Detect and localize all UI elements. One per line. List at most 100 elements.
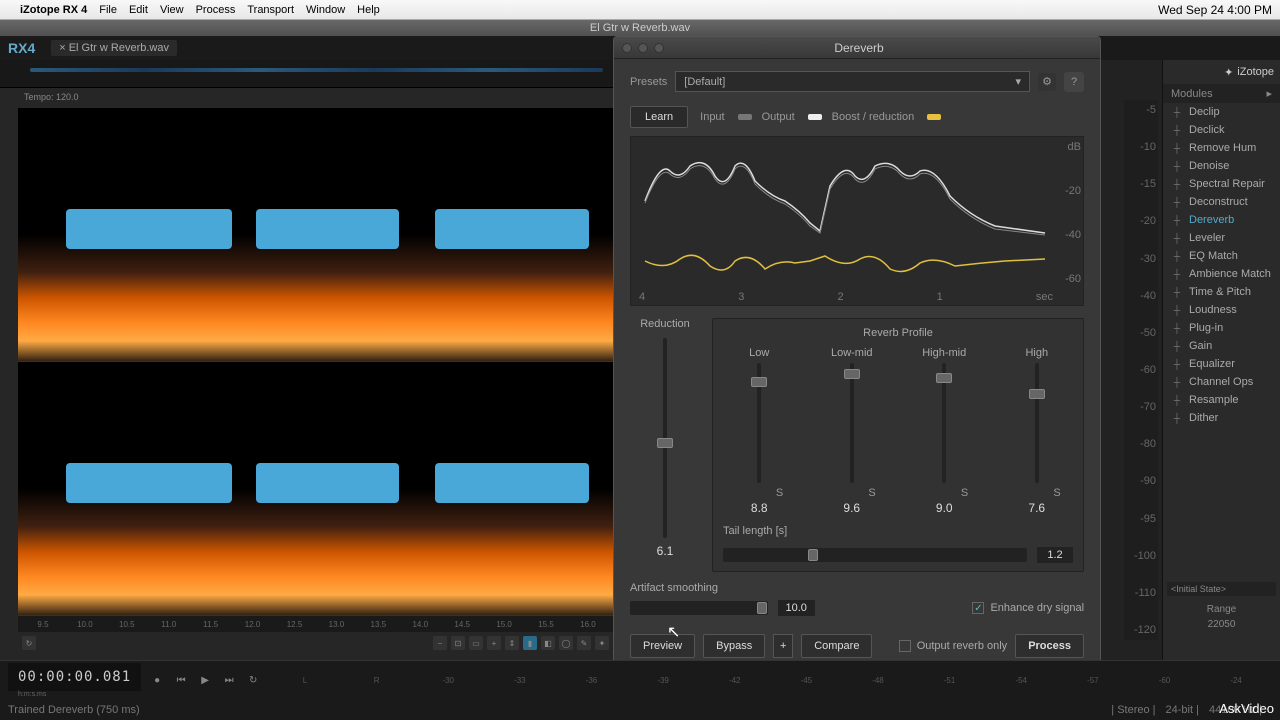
menu-process[interactable]: Process	[196, 4, 236, 16]
reduction-label: Reduction	[630, 318, 700, 330]
history-initial-state[interactable]: <Initial State>	[1167, 582, 1276, 596]
timecode[interactable]: 00:00:00.081	[8, 663, 141, 691]
module-resample[interactable]: ┼Resample	[1163, 391, 1280, 409]
tool-icon[interactable]: ◧	[541, 636, 555, 650]
menu-window[interactable]: Window	[306, 4, 345, 16]
module-gain[interactable]: ┼Gain	[1163, 337, 1280, 355]
macos-menubar: iZotope RX 4 File Edit View Process Tran…	[0, 0, 1280, 20]
range-value: 22050	[1163, 619, 1280, 630]
module-denoise[interactable]: ┼Denoise	[1163, 157, 1280, 175]
view-toolbar: ↻ − ⊡ ▭ + ⇕ ▮ ◧ ◯ ✎ ✦	[18, 634, 613, 652]
overview-strip[interactable]	[0, 60, 613, 88]
artifact-value[interactable]: 10.0	[778, 600, 815, 616]
module-icon: ┼	[1171, 106, 1183, 118]
zoom-icon[interactable]	[654, 43, 664, 53]
bypass-plus-button[interactable]: +	[773, 634, 793, 658]
menu-file[interactable]: File	[99, 4, 117, 16]
status-message: Trained Dereverb (750 ms)	[8, 704, 140, 716]
band-highmid-value[interactable]: 9.0	[914, 501, 974, 515]
band-lowmid-solo[interactable]: S	[822, 487, 882, 499]
reduction-value[interactable]: 6.1	[630, 544, 700, 558]
zoom-in-icon[interactable]: +	[487, 636, 501, 650]
module-dereverb[interactable]: ┼Dereverb	[1163, 211, 1280, 229]
enhance-dry-checkbox[interactable]: ✓Enhance dry signal	[972, 602, 1084, 614]
band-low-solo[interactable]: S	[729, 487, 789, 499]
zoom-out-icon[interactable]: −	[433, 636, 447, 650]
panel-title: Dereverb	[672, 41, 1046, 55]
band-highmid-solo[interactable]: S	[914, 487, 974, 499]
band-high-slider[interactable]	[1027, 363, 1047, 483]
band-highmid-slider[interactable]	[934, 363, 954, 483]
record-icon[interactable]: ●	[149, 673, 165, 689]
chevron-right-icon[interactable]: ▸	[1266, 87, 1272, 100]
module-icon: ┼	[1171, 232, 1183, 244]
spectrogram-channel-right[interactable]	[18, 362, 613, 616]
reduction-slider[interactable]	[655, 338, 675, 538]
loop-toggle-icon[interactable]: ↻	[245, 673, 261, 689]
menu-view[interactable]: View	[160, 4, 184, 16]
zoom-sel-icon[interactable]: ▭	[469, 636, 483, 650]
artifact-slider[interactable]	[630, 601, 768, 615]
timeline-ruler[interactable]: 9.510.010.511.011.512.012.513.013.514.01…	[18, 616, 613, 632]
forward-icon[interactable]: ⏭	[221, 673, 237, 689]
process-button[interactable]: Process	[1015, 634, 1084, 658]
band-low-slider[interactable]	[749, 363, 769, 483]
gear-icon[interactable]: ⚙	[1038, 73, 1056, 91]
file-tab[interactable]: × El Gtr w Reverb.wav	[51, 40, 177, 56]
module-ambience-match[interactable]: ┼Ambience Match	[1163, 265, 1280, 283]
module-spectral-repair[interactable]: ┼Spectral Repair	[1163, 175, 1280, 193]
app-name[interactable]: iZotope RX 4	[20, 4, 87, 16]
module-icon: ┼	[1171, 124, 1183, 136]
reverb-profile-label: Reverb Profile	[723, 327, 1073, 339]
graph-legend: Input Output Boost / reduction	[700, 111, 941, 123]
bypass-button[interactable]: Bypass	[703, 634, 765, 658]
output-reverb-only-checkbox[interactable]: Output reverb only	[899, 640, 1008, 652]
help-icon[interactable]: ?	[1064, 72, 1084, 92]
compare-button[interactable]: Compare	[801, 634, 872, 658]
zoom-fit-icon[interactable]: ⊡	[451, 636, 465, 650]
module-eq-match[interactable]: ┼EQ Match	[1163, 247, 1280, 265]
band-low-value[interactable]: 8.8	[729, 501, 789, 515]
tail-slider[interactable]	[723, 548, 1027, 562]
tail-value[interactable]: 1.2	[1037, 547, 1073, 563]
module-declick[interactable]: ┼Declick	[1163, 121, 1280, 139]
panel-titlebar[interactable]: Dereverb	[614, 37, 1100, 59]
module-time-pitch[interactable]: ┼Time & Pitch	[1163, 283, 1280, 301]
module-plug-in[interactable]: ┼Plug-in	[1163, 319, 1280, 337]
band-high-value[interactable]: 7.6	[1007, 501, 1067, 515]
rewind-icon[interactable]: ⏮	[173, 673, 189, 689]
close-icon[interactable]	[622, 43, 632, 53]
loop-icon[interactable]: ↻	[22, 636, 36, 650]
menu-help[interactable]: Help	[357, 4, 380, 16]
brush-icon[interactable]: ✎	[577, 636, 591, 650]
module-channel-ops[interactable]: ┼Channel Ops	[1163, 373, 1280, 391]
module-loudness[interactable]: ┼Loudness	[1163, 301, 1280, 319]
minimize-icon[interactable]	[638, 43, 648, 53]
module-deconstruct[interactable]: ┼Deconstruct	[1163, 193, 1280, 211]
izotope-logo: ✦ iZotope	[1163, 60, 1280, 84]
preview-button[interactable]: Preview	[630, 634, 695, 658]
band-high-solo[interactable]: S	[1007, 487, 1067, 499]
select-tool-icon[interactable]: ▮	[523, 636, 537, 650]
band-lowmid-slider[interactable]	[842, 363, 862, 483]
preset-select[interactable]: [Default]▾	[675, 71, 1030, 92]
module-declip[interactable]: ┼Declip	[1163, 103, 1280, 121]
menu-transport[interactable]: Transport	[247, 4, 294, 16]
menu-edit[interactable]: Edit	[129, 4, 148, 16]
play-icon[interactable]: ▶	[197, 673, 213, 689]
band-lowmid-value[interactable]: 9.6	[822, 501, 882, 515]
lasso-icon[interactable]: ◯	[559, 636, 573, 650]
band-high: High S 7.6	[1007, 347, 1067, 515]
module-icon: ┼	[1171, 268, 1183, 280]
module-remove-hum[interactable]: ┼Remove Hum	[1163, 139, 1280, 157]
module-icon: ┼	[1171, 196, 1183, 208]
wand-icon[interactable]: ✦	[595, 636, 609, 650]
band-low: Low S 8.8	[729, 347, 789, 515]
learn-button[interactable]: Learn	[630, 106, 688, 128]
module-equalizer[interactable]: ┼Equalizer	[1163, 355, 1280, 373]
module-dither[interactable]: ┼Dither	[1163, 409, 1280, 427]
spectrogram-channel-left[interactable]	[18, 108, 613, 362]
clock: Wed Sep 24 4:00 PM	[1158, 3, 1272, 17]
module-leveler[interactable]: ┼Leveler	[1163, 229, 1280, 247]
zoom-v-icon[interactable]: ⇕	[505, 636, 519, 650]
